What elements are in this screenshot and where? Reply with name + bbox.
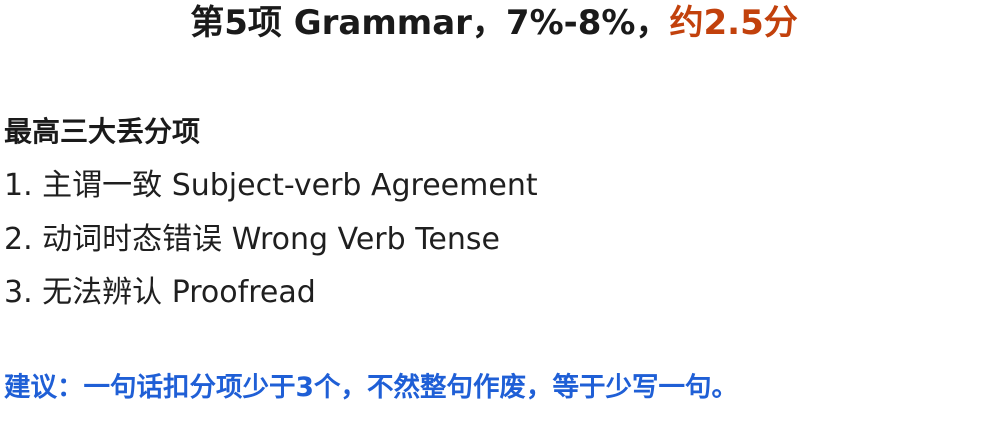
list-item-subject-verb-agreement: 1. 主谓一致 Subject-verb Agreement <box>4 168 538 203</box>
slide-title-score: 约2.5分 <box>669 3 798 43</box>
advice-text: 建议：一句话扣分项少于3个，不然整句作废，等于少写一句。 <box>4 372 738 403</box>
list-item-wrong-verb-tense: 2. 动词时态错误 Wrong Verb Tense <box>4 222 500 257</box>
slide-title-main: 第5项 Grammar，7%-8%， <box>190 3 670 43</box>
list-item-proofread: 3. 无法辨认 Proofread <box>4 275 316 310</box>
section-heading: 最高三大丢分项 <box>4 115 201 148</box>
slide-title: 第5项 Grammar，7%-8%，约2.5分 <box>0 0 988 46</box>
